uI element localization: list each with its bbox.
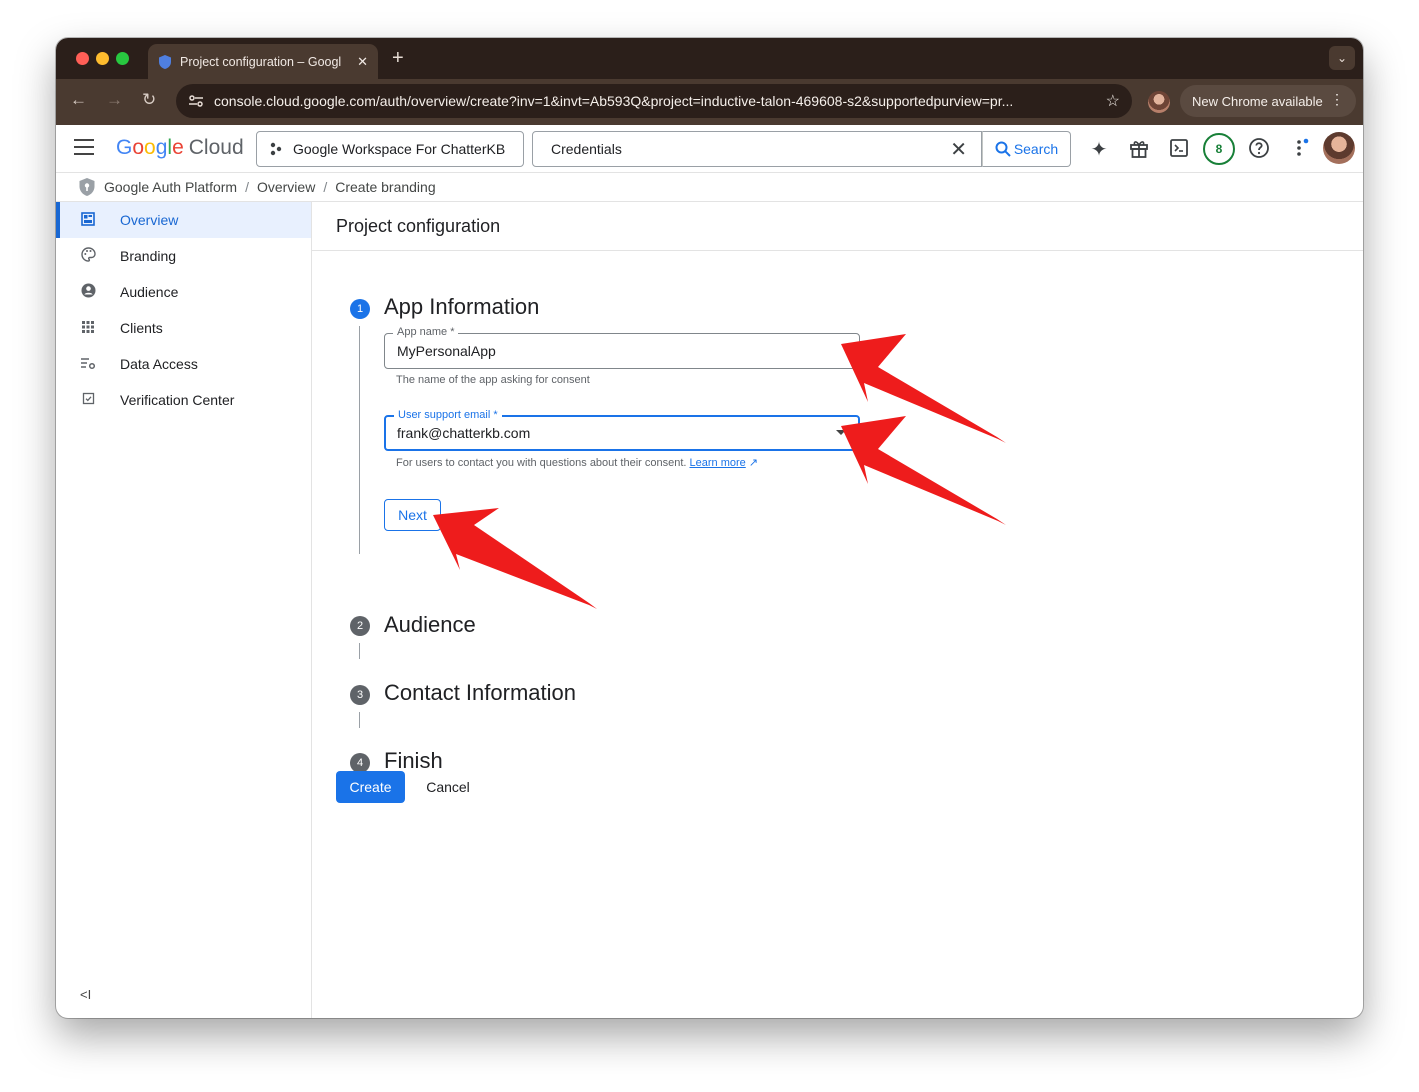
menu-icon[interactable] xyxy=(74,139,94,155)
breadcrumb-separator: / xyxy=(323,179,328,195)
more-vert-icon[interactable]: ⋮ xyxy=(1330,91,1344,108)
support-email-label: User support email * xyxy=(394,409,502,421)
palette-icon xyxy=(80,247,96,265)
search-button-label: Search xyxy=(1013,141,1059,157)
chrome-update-button[interactable]: New Chrome available ⋮ xyxy=(1180,85,1356,117)
bookmark-star-icon[interactable]: ☆ xyxy=(1106,91,1120,111)
sidebar-item-audience[interactable]: Audience xyxy=(56,274,311,310)
browser-tab[interactable]: Project configuration – Googl ✕ xyxy=(148,44,378,79)
url-text: console.cloud.google.com/auth/overview/c… xyxy=(214,93,1014,109)
gemini-sparkle-icon[interactable]: ✦ xyxy=(1087,137,1111,162)
next-button[interactable]: Next xyxy=(384,499,441,531)
shield-icon xyxy=(159,54,171,69)
sidebar-item-label: Clients xyxy=(120,320,163,336)
back-icon[interactable]: ← xyxy=(70,90,87,110)
step-number: 1 xyxy=(350,299,370,319)
step-connector xyxy=(359,712,360,728)
sidebar-item-label: Overview xyxy=(120,212,179,228)
app-name-value: MyPersonalApp xyxy=(397,343,496,359)
step-title[interactable]: Audience xyxy=(384,612,476,638)
sidebar-item-clients[interactable]: Clients xyxy=(56,310,311,346)
support-email-hint: For users to contact you with questions … xyxy=(396,456,758,469)
dashboard-icon xyxy=(80,211,96,229)
address-bar[interactable]: console.cloud.google.com/auth/overview/c… xyxy=(176,84,1132,118)
step-title[interactable]: App Information xyxy=(384,294,539,320)
support-email-select[interactable]: User support email * frank@chatterkb.com xyxy=(384,409,860,451)
close-window-button[interactable] xyxy=(76,52,89,65)
google-wordmark: Google xyxy=(116,136,184,159)
project-name: Google Workspace For ChatterKB xyxy=(293,141,506,157)
zoom-window-button[interactable] xyxy=(116,52,129,65)
sidebar-item-label: Branding xyxy=(120,248,177,264)
google-cloud-logo[interactable]: Google Cloud xyxy=(116,136,244,160)
learn-more-link[interactable]: Learn more xyxy=(690,457,746,469)
console-header: Google Cloud Google Workspace For Chatter… xyxy=(56,125,1363,173)
support-email-hint-text: For users to contact you with questions … xyxy=(396,457,687,469)
page-title: Project configuration xyxy=(336,216,501,236)
cloud-shell-icon[interactable] xyxy=(1167,137,1191,165)
sidebar-item-label: Verification Center xyxy=(120,392,235,408)
sidebar-item-label: Data Access xyxy=(120,356,198,372)
new-tab-button[interactable]: + xyxy=(392,47,404,70)
sidebar-item-branding[interactable]: Branding xyxy=(56,238,311,274)
collapse-sidebar-icon[interactable]: <I xyxy=(80,987,91,1002)
sidebar: Overview Branding Audience Clients Data … xyxy=(56,202,312,1018)
app-name-label: App name * xyxy=(393,326,459,338)
sidebar-item-overview[interactable]: Overview xyxy=(56,202,311,238)
tab-title: Project configuration – Googl xyxy=(180,54,342,69)
notifications-badge[interactable]: 8 xyxy=(1203,133,1235,165)
step-number: 4 xyxy=(350,753,370,773)
sidebar-item-label: Audience xyxy=(120,284,179,300)
sidebar-item-data-access[interactable]: Data Access xyxy=(56,346,311,382)
step-number: 2 xyxy=(350,616,370,636)
chevron-down-icon[interactable]: ⌄ xyxy=(1329,46,1355,70)
project-icon xyxy=(270,142,282,156)
close-tab-icon[interactable]: ✕ xyxy=(357,54,368,70)
main-content: Project configuration 1 App Information … xyxy=(312,202,1363,1018)
step-number: 3 xyxy=(350,685,370,705)
help-icon[interactable] xyxy=(1247,137,1271,165)
account-avatar[interactable] xyxy=(1323,132,1355,164)
minimize-window-button[interactable] xyxy=(96,52,109,65)
breadcrumb: Google Auth Platform / Overview / Create… xyxy=(56,173,1363,202)
browser-window: Project configuration – Googl ✕ + ⌄ ← → … xyxy=(56,38,1363,1018)
gift-icon[interactable] xyxy=(1127,137,1151,165)
verification-icon xyxy=(80,392,96,408)
search-icon xyxy=(995,141,1011,157)
search-input[interactable]: Credentials ✕ xyxy=(532,131,982,167)
chrome-update-label: New Chrome available xyxy=(1192,93,1323,109)
divider xyxy=(312,250,1363,251)
apps-grid-icon xyxy=(80,320,96,337)
breadcrumb-overview[interactable]: Overview xyxy=(257,179,315,195)
search-value: Credentials xyxy=(551,141,622,157)
more-vert-icon[interactable] xyxy=(1288,137,1312,165)
step-title[interactable]: Contact Information xyxy=(384,680,576,706)
reload-icon[interactable]: ↻ xyxy=(142,90,156,110)
app-name-hint: The name of the app asking for consent xyxy=(396,374,590,386)
cancel-button[interactable]: Cancel xyxy=(416,771,480,803)
external-link-icon: ↗ xyxy=(748,457,759,469)
browser-toolbar: ← → ↻ console.cloud.google.com/auth/over… xyxy=(56,79,1363,125)
tab-strip: Project configuration – Googl ✕ + ⌄ xyxy=(56,38,1363,79)
sidebar-item-verification-center[interactable]: Verification Center xyxy=(56,382,311,418)
product-wordmark: Cloud xyxy=(188,136,244,159)
breadcrumb-create-branding: Create branding xyxy=(335,179,436,195)
project-picker[interactable]: Google Workspace For ChatterKB xyxy=(256,131,524,167)
create-button[interactable]: Create xyxy=(336,771,405,803)
step-connector xyxy=(359,643,360,659)
dropdown-arrow-icon[interactable] xyxy=(836,430,846,435)
breadcrumb-separator: / xyxy=(245,179,249,195)
profile-avatar[interactable] xyxy=(1148,91,1170,113)
app-name-field[interactable]: App name * MyPersonalApp xyxy=(384,326,860,369)
breadcrumb-auth-platform[interactable]: Google Auth Platform xyxy=(104,179,237,195)
search-button[interactable]: Search xyxy=(982,131,1071,167)
site-settings-icon[interactable] xyxy=(188,94,204,108)
forward-icon[interactable]: → xyxy=(106,90,123,110)
support-email-value: frank@chatterkb.com xyxy=(397,425,531,441)
step-connector xyxy=(359,326,360,554)
auth-shield-icon xyxy=(79,178,95,196)
data-access-icon xyxy=(80,356,96,373)
account-circle-icon xyxy=(80,283,96,301)
clear-search-icon[interactable]: ✕ xyxy=(950,137,967,162)
